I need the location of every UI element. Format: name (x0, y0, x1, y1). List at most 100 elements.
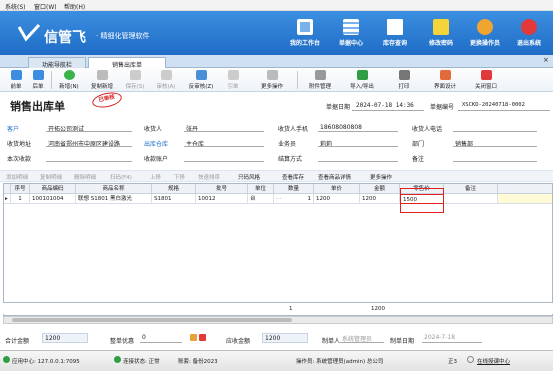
brand-subtitle: · 精细化管理软件 (96, 32, 150, 40)
exit-system-button[interactable]: 退出系统 (506, 13, 552, 55)
total-qty: 1 (289, 306, 293, 312)
make-date-field: 2024-7-18 (424, 334, 456, 341)
row-indicator-icon: ▸ (4, 194, 11, 204)
copy-detail-button[interactable]: 复制明细 (40, 173, 62, 181)
column-header[interactable]: 零售价 (400, 184, 444, 194)
menu-window[interactable]: 窗口(W) (34, 2, 57, 11)
menu-help[interactable]: 帮助(H) (64, 2, 85, 11)
grid-more-button[interactable]: 更多操作 (370, 173, 392, 181)
horizontal-scrollbar[interactable] (3, 316, 553, 324)
column-header[interactable]: 商品名称 (76, 184, 152, 194)
date-label: 单据日期 (326, 104, 351, 111)
column-header[interactable]: 序号 (11, 184, 30, 194)
cell-unit[interactable]: 台 (248, 194, 274, 204)
doc-toolbar: 前单 后单 新增(N) 复制新增 保存(S) 审核(A) 反审核(Z) 引单 更… (0, 68, 553, 92)
import-doc-button[interactable]: 引单 (221, 69, 245, 91)
ellipsis-icon[interactable]: ⋯ (276, 194, 282, 203)
prev-doc-button[interactable]: 前单 (6, 69, 26, 91)
attachment-button[interactable]: 附件管理 (303, 69, 337, 91)
close-icon (480, 70, 492, 80)
underline (453, 161, 537, 162)
cell-retail-price[interactable]: 1500 (400, 194, 444, 204)
new-button[interactable]: 新增(N) (53, 69, 85, 91)
code-style-button[interactable]: 只码风格 (238, 173, 260, 181)
close-tab-icon[interactable]: × (543, 56, 549, 64)
underline (46, 161, 132, 162)
audited-stamp: 已审核 (90, 90, 124, 110)
column-header[interactable]: 商品编码 (30, 184, 76, 194)
cell-price[interactable]: 1200 (314, 194, 360, 204)
cell-batch[interactable]: 10012 (196, 194, 248, 204)
receiver-phone-field[interactable]: 18608080808 (320, 124, 362, 131)
date-value[interactable]: 2024-07-18 14:36 (356, 102, 414, 109)
address-label: 收货地址 (7, 141, 32, 148)
inventory-query-button[interactable]: 库存查询 (372, 13, 418, 55)
discount-field[interactable]: 0 (142, 334, 146, 341)
cell-code[interactable]: 100101004 (30, 194, 76, 204)
audit-button[interactable]: 审核(A) (152, 69, 180, 91)
tab-navigation[interactable]: 功能导航栏 (28, 57, 86, 69)
column-header[interactable]: 数量 (274, 184, 314, 194)
add-detail-button[interactable]: 添加明细 (6, 173, 28, 181)
unaudit-icon (195, 70, 207, 80)
divider (51, 71, 52, 89)
view-stock-button[interactable]: 查看库存 (282, 173, 304, 181)
move-down-button[interactable]: 下移 (174, 173, 185, 181)
cell-qty[interactable]: ⋯ 1 (274, 194, 314, 204)
more-actions-button[interactable]: 更多操作 (256, 69, 288, 91)
change-password-button[interactable]: 修改密码 (418, 13, 464, 55)
underline (184, 161, 264, 162)
underline (422, 342, 482, 343)
cell-filler (498, 194, 552, 204)
menu-system[interactable]: 系统(S) (5, 2, 26, 11)
underline (184, 131, 264, 132)
total-amount: 1200 (371, 306, 385, 312)
receivable-field: 1200 (262, 333, 308, 343)
row-indicator-header (4, 184, 11, 194)
plus-icon (63, 70, 75, 80)
cell-name[interactable]: 联想 S1801 黑白激光 (76, 194, 152, 204)
tab-sales-outbound[interactable]: 销售出库单 (88, 57, 166, 69)
unaudit-button[interactable]: 反审核(Z) (184, 69, 218, 91)
edit-discount-icon[interactable] (190, 334, 197, 341)
save-button[interactable]: 保存(S) (121, 69, 149, 91)
cell-note[interactable] (444, 194, 498, 204)
scroll-thumb[interactable] (12, 318, 292, 322)
copy-new-button[interactable]: 复制新增 (86, 69, 118, 91)
workbench-button[interactable]: 我的工作台 (282, 13, 328, 55)
online-center-link[interactable]: 在线授课中心 (477, 357, 510, 365)
column-header[interactable]: 批号 (196, 184, 248, 194)
view-product-detail-button[interactable]: 查看商品详情 (318, 173, 351, 181)
quick-sort-button[interactable]: 快速排序 (198, 173, 220, 181)
cell-spec[interactable]: S1801 (152, 194, 196, 204)
column-header[interactable]: 单价 (314, 184, 360, 194)
close-window-button[interactable]: 关闭窗口 (470, 69, 502, 91)
move-up-button[interactable]: 上移 (150, 173, 161, 181)
printer-icon (398, 70, 410, 80)
print-button[interactable]: 打印 (392, 69, 416, 91)
date-underline (352, 110, 424, 111)
document-center-button[interactable]: 单据中心 (328, 13, 374, 55)
audit-icon (160, 70, 172, 80)
clear-discount-icon[interactable] (199, 334, 206, 341)
column-header[interactable]: 金额 (360, 184, 400, 194)
column-header[interactable]: 单位 (248, 184, 274, 194)
layout-design-button[interactable]: 界面设计 (428, 69, 462, 91)
help-icon (467, 356, 474, 363)
layout-icon (439, 70, 451, 80)
column-header[interactable]: 规格 (152, 184, 196, 194)
warehouse-label: 出库仓库 (144, 141, 169, 148)
switch-operator-button[interactable]: 更换操作员 (462, 13, 508, 55)
delete-detail-button[interactable]: 删除明细 (74, 173, 96, 181)
note-label: 备注 (412, 156, 425, 163)
import-export-button[interactable]: 导入/导出 (345, 69, 379, 91)
cell-amount[interactable]: 1200 (360, 194, 400, 204)
maker-label: 制单人 (322, 338, 341, 345)
cell-no[interactable]: 1 (11, 194, 30, 204)
column-header[interactable]: 备注 (444, 184, 498, 194)
doc-footer: 合计金额 1200 整单优惠 0 应收金额 1200 制单人 系统管理员 制单日… (0, 327, 553, 349)
arrow-left-icon (10, 70, 22, 80)
receiver-tel-label: 收货人电话 (412, 126, 443, 133)
next-doc-button[interactable]: 后单 (28, 69, 48, 91)
scan-button[interactable]: 扫码(F4) (110, 173, 132, 181)
